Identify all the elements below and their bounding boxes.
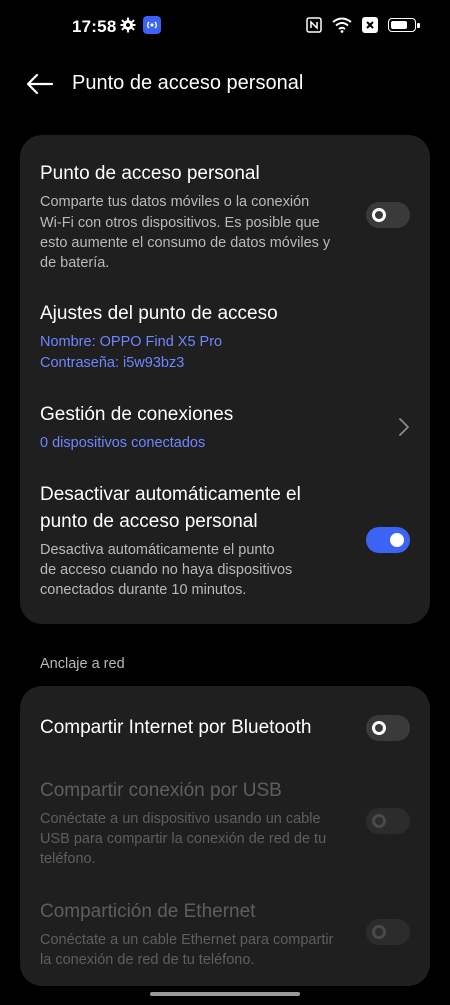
sim-x-icon: [362, 17, 378, 33]
section-label-tethering: Anclaje a red: [40, 656, 125, 672]
bluetooth-tethering-row[interactable]: Compartir Internet por Bluetooth: [20, 686, 430, 768]
hotspot-desc-line-2: Wi-Fi con otros dispositivos. Es posible…: [40, 215, 320, 231]
bluetooth-tethering-toggle[interactable]: [366, 715, 410, 741]
ethernet-tethering-desc-line-2: la conexión de red de tu teléfono.: [40, 952, 255, 968]
gesture-navigation-bar[interactable]: [150, 992, 300, 996]
auto-off-desc-line-2: de acceso cuando no haya dispositivos: [40, 562, 293, 578]
ethernet-tethering-row[interactable]: Compartición de Ethernet Conéctate a un …: [20, 888, 430, 986]
hotspot-toggle[interactable]: [366, 202, 410, 228]
hotspot-settings-row[interactable]: Ajustes del punto de acceso Nombre: OPPO…: [20, 285, 430, 385]
status-time: 17:58: [72, 17, 117, 36]
auto-off-title-line-2: punto de acceso personal: [40, 511, 258, 532]
hotspot-title: Punto de acceso personal: [40, 163, 260, 184]
battery-icon: [388, 18, 420, 32]
hotspot-settings-title: Ajustes del punto de acceso: [40, 303, 278, 324]
auto-off-desc-line-1: Desactiva automáticamente el punto: [40, 542, 275, 558]
auto-off-toggle[interactable]: [366, 527, 410, 553]
usb-tethering-desc-line-2: USB para compartir la conexión de red de…: [40, 831, 327, 847]
page-title: Punto de acceso personal: [72, 72, 304, 94]
back-arrow-icon[interactable]: [26, 72, 54, 96]
hotspot-desc-line-3: esto aumente el consumo de datos móviles…: [40, 235, 331, 251]
usb-tethering-title: Compartir conexión por USB: [40, 780, 282, 801]
usb-tethering-desc-line-3: teléfono.: [40, 851, 96, 867]
hotspot-desc-line-1: Comparte tus datos móviles o la conexión: [40, 194, 310, 210]
chevron-right-icon: [399, 418, 409, 436]
auto-off-title-line-1: Desactivar automáticamente el: [40, 484, 301, 505]
tethering-card: Compartir Internet por Bluetooth Compart…: [20, 686, 430, 986]
hotspot-toggle-row[interactable]: Punto de acceso personal Comparte tus da…: [20, 135, 430, 285]
hotspot-name: Nombre: OPPO Find X5 Pro: [40, 334, 223, 350]
usb-tethering-row[interactable]: Compartir conexión por USB Conéctate a u…: [20, 768, 430, 888]
hotspot-icon: [143, 16, 161, 34]
wifi-icon: [332, 17, 352, 33]
ethernet-tethering-toggle[interactable]: [366, 919, 410, 945]
app-header: Punto de acceso personal: [0, 56, 450, 112]
hotspot-settings-card: Punto de acceso personal Comparte tus da…: [20, 135, 430, 624]
ethernet-tethering-title: Compartición de Ethernet: [40, 901, 256, 922]
hotspot-desc-line-4: de batería.: [40, 255, 110, 271]
hotspot-password: Contraseña: i5w93bz3: [40, 355, 185, 371]
usb-tethering-desc-line-1: Conéctate a un dispositivo usando un cab…: [40, 811, 321, 827]
auto-off-row[interactable]: Desactivar automáticamente el punto de a…: [20, 465, 430, 624]
status-bar: 17:58: [0, 0, 450, 52]
auto-off-desc-line-3: conectados durante 10 minutos.: [40, 582, 247, 598]
ethernet-tethering-desc-line-1: Conéctate a un cable Ethernet para compa…: [40, 932, 334, 948]
connection-management-title: Gestión de conexiones: [40, 404, 234, 425]
nfc-icon: [306, 17, 322, 33]
gear-icon: [120, 17, 136, 33]
connection-management-row[interactable]: Gestión de conexiones 0 dispositivos con…: [20, 385, 430, 465]
bluetooth-tethering-title: Compartir Internet por Bluetooth: [40, 717, 312, 738]
usb-tethering-toggle[interactable]: [366, 808, 410, 834]
connected-devices-count: 0 dispositivos conectados: [40, 435, 206, 451]
